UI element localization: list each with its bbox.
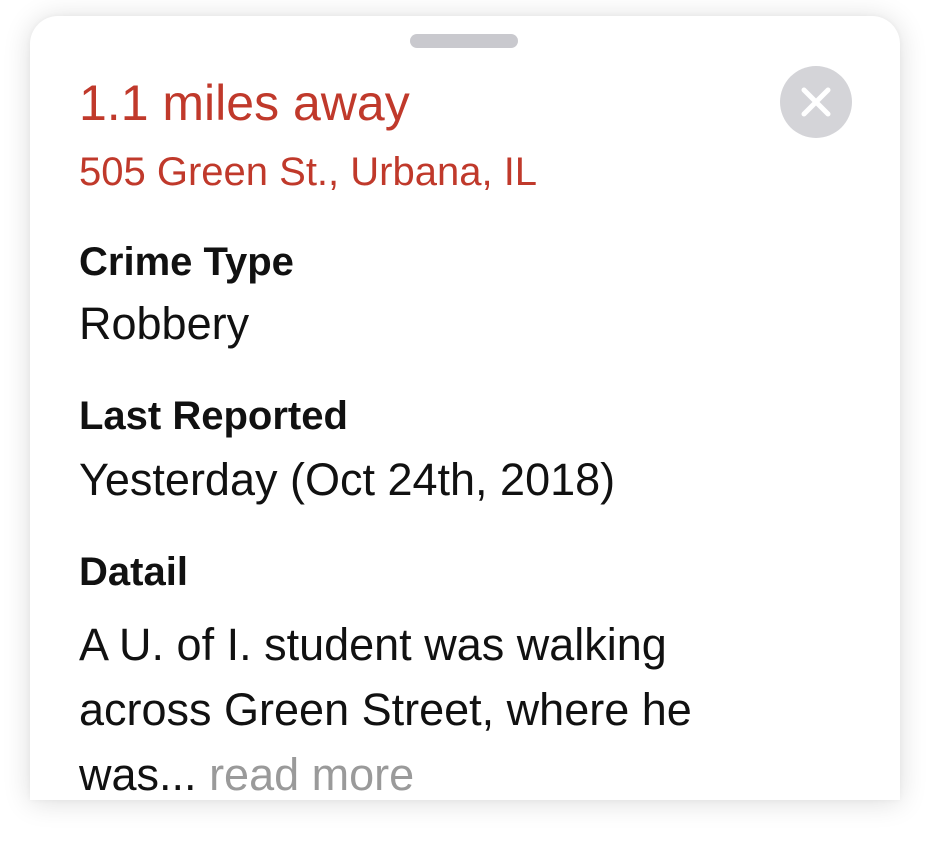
close-icon — [801, 87, 831, 117]
crime-type-label: Crime Type — [79, 240, 294, 284]
address-text: 505 Green St., Urbana, IL — [79, 150, 538, 194]
detail-text: A U. of I. student was walking across Gr… — [79, 612, 859, 800]
last-reported-label: Last Reported — [79, 394, 348, 438]
crime-type-value: Robbery — [79, 298, 250, 349]
read-more-link[interactable]: read more — [209, 749, 414, 800]
detail-line-text: was... — [79, 749, 197, 800]
detail-line: across Green Street, where he — [79, 684, 692, 735]
detail-line: was... read more — [79, 742, 859, 800]
last-reported-value: Yesterday (Oct 24th, 2018) — [79, 454, 616, 505]
close-button[interactable] — [780, 66, 852, 138]
distance-heading: 1.1 miles away — [79, 75, 410, 131]
crime-detail-card: 1.1 miles away 505 Green St., Urbana, IL… — [30, 16, 900, 800]
detail-line: A U. of I. student was walking — [79, 619, 667, 670]
detail-label: Datail — [79, 550, 188, 594]
sheet-grabber-handle[interactable] — [410, 34, 518, 48]
